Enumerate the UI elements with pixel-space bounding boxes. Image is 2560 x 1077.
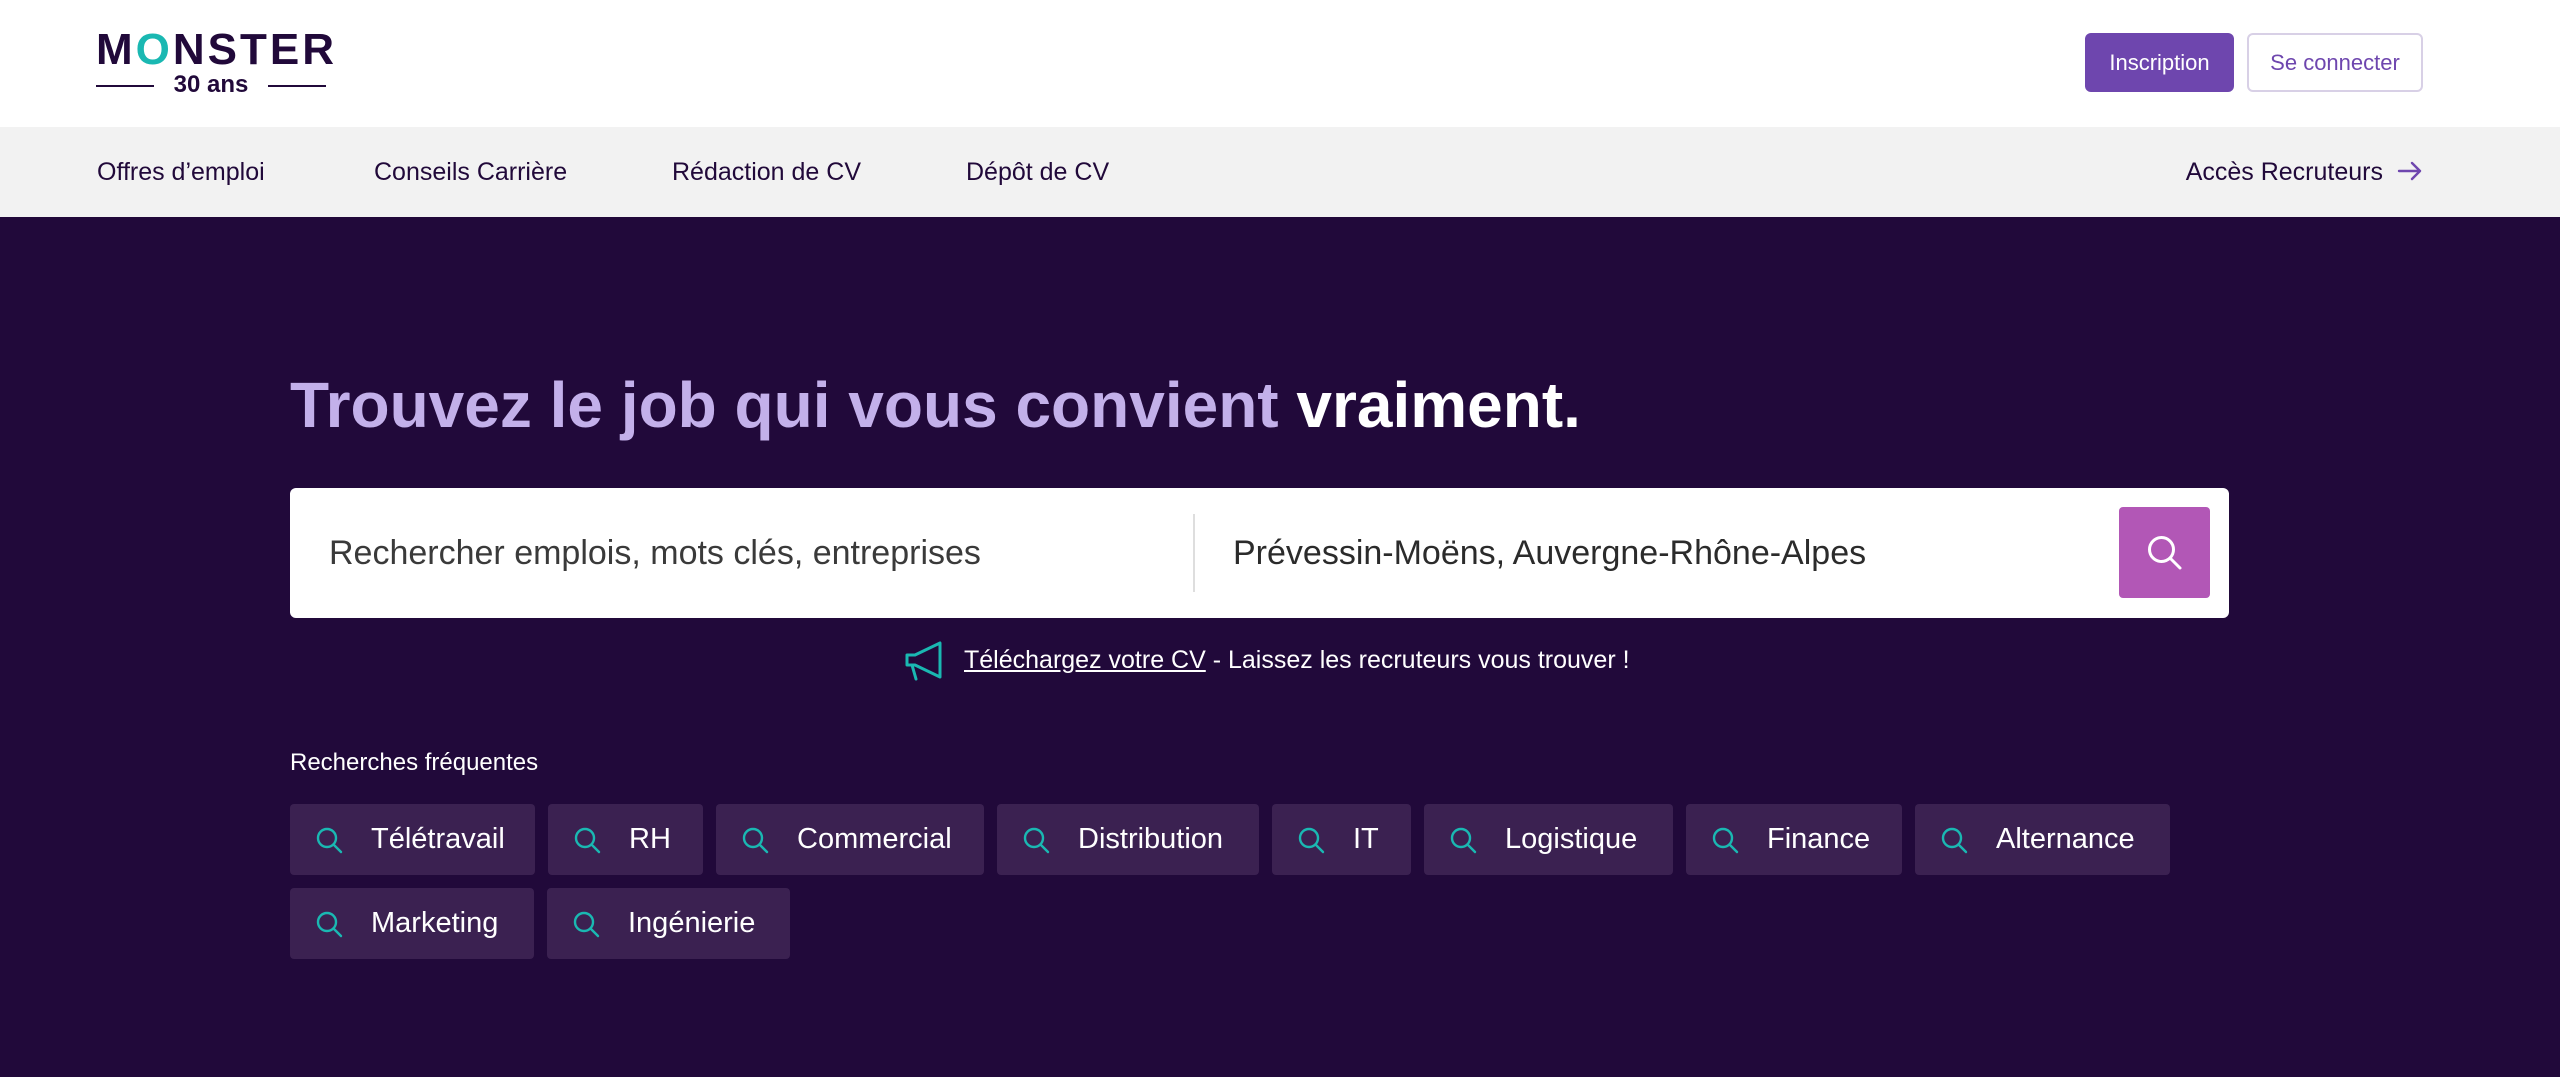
main-nav: Offres d’emploi Conseils Carrière Rédact… bbox=[0, 127, 2560, 217]
nav-item-cv-upload[interactable]: Dépôt de CV bbox=[966, 127, 1109, 217]
logo-anniversary: 30 ans bbox=[96, 72, 326, 98]
search-chip[interactable]: Ingénierie bbox=[547, 888, 790, 959]
search-icon bbox=[1941, 827, 1968, 854]
nav-item-job-offers[interactable]: Offres d’emploi bbox=[97, 127, 265, 217]
search-chip[interactable]: Logistique bbox=[1424, 804, 1673, 875]
nav-recruiters-link[interactable]: Accès Recruteurs bbox=[2186, 127, 2423, 217]
logo-wordmark: MONSTER bbox=[96, 25, 338, 74]
search-chip[interactable]: RH bbox=[548, 804, 703, 875]
nav-item-career-advice[interactable]: Conseils Carrière bbox=[374, 127, 567, 217]
hero-headline: Trouvez le job qui vous convient vraimen… bbox=[290, 365, 1581, 445]
cv-promo-rest: - Laissez les recruteurs vous trouver ! bbox=[1205, 646, 1630, 674]
chip-label: Distribution bbox=[1078, 823, 1224, 855]
search-icon bbox=[1712, 827, 1739, 854]
search-chip[interactable]: Commercial bbox=[716, 804, 984, 875]
top-header: MONSTER 30 ans Inscription Se connecter bbox=[0, 0, 2560, 127]
chip-label: Alternance bbox=[1996, 823, 2135, 855]
megaphone-icon bbox=[905, 641, 942, 681]
chip-label: Commercial bbox=[797, 823, 952, 855]
monster-logo[interactable]: MONSTER 30 ans bbox=[96, 28, 334, 100]
frequent-searches-label: Recherches fréquentes bbox=[290, 749, 539, 776]
hero-section: Trouvez le job qui vous convient vraimen… bbox=[0, 217, 2560, 1077]
chip-label: IT bbox=[1353, 823, 1379, 855]
search-chip[interactable]: Finance bbox=[1686, 804, 1902, 875]
search-icon bbox=[2148, 536, 2182, 570]
logo-line-right bbox=[268, 85, 326, 87]
chip-label: Ingénierie bbox=[628, 907, 756, 939]
search-chip[interactable]: Alternance bbox=[1915, 804, 2170, 875]
search-icon bbox=[742, 827, 769, 854]
cv-promo-text: Téléchargez votre CV - Laissez les recru… bbox=[964, 635, 1630, 685]
search-chip[interactable]: Distribution bbox=[997, 804, 1259, 875]
search-chip[interactable]: Télétravail bbox=[290, 804, 535, 875]
arrow-right-icon bbox=[2397, 162, 2422, 181]
search-chip[interactable]: IT bbox=[1272, 804, 1411, 875]
search-icon bbox=[573, 911, 600, 938]
search-icon bbox=[316, 827, 343, 854]
chip-label: Logistique bbox=[1505, 823, 1638, 855]
search-icon bbox=[1023, 827, 1050, 854]
upload-cv-link[interactable]: Téléchargez votre CV bbox=[964, 646, 1206, 674]
keywords-search-input[interactable] bbox=[290, 488, 1193, 618]
headline-light: Trouvez le job qui vous convient bbox=[290, 369, 1297, 441]
job-search-box bbox=[290, 488, 2229, 618]
signup-button[interactable]: Inscription bbox=[2085, 33, 2234, 92]
chip-label: Marketing bbox=[371, 907, 499, 939]
chip-label: Finance bbox=[1767, 823, 1871, 855]
login-button[interactable]: Se connecter bbox=[2247, 33, 2423, 92]
location-input[interactable] bbox=[1195, 488, 2095, 618]
search-icon bbox=[574, 827, 601, 854]
search-icon bbox=[316, 911, 343, 938]
search-icon bbox=[1450, 827, 1477, 854]
nav-recruiters-label: Accès Recruteurs bbox=[2185, 158, 2383, 186]
search-icon bbox=[1298, 827, 1325, 854]
search-submit-button[interactable] bbox=[2119, 507, 2210, 598]
search-chip[interactable]: Marketing bbox=[290, 888, 534, 959]
chip-label: Télétravail bbox=[371, 823, 505, 855]
chip-label: RH bbox=[629, 823, 671, 855]
nav-item-cv-writing[interactable]: Rédaction de CV bbox=[672, 127, 861, 217]
headline-strong: vraiment. bbox=[1296, 369, 1581, 441]
